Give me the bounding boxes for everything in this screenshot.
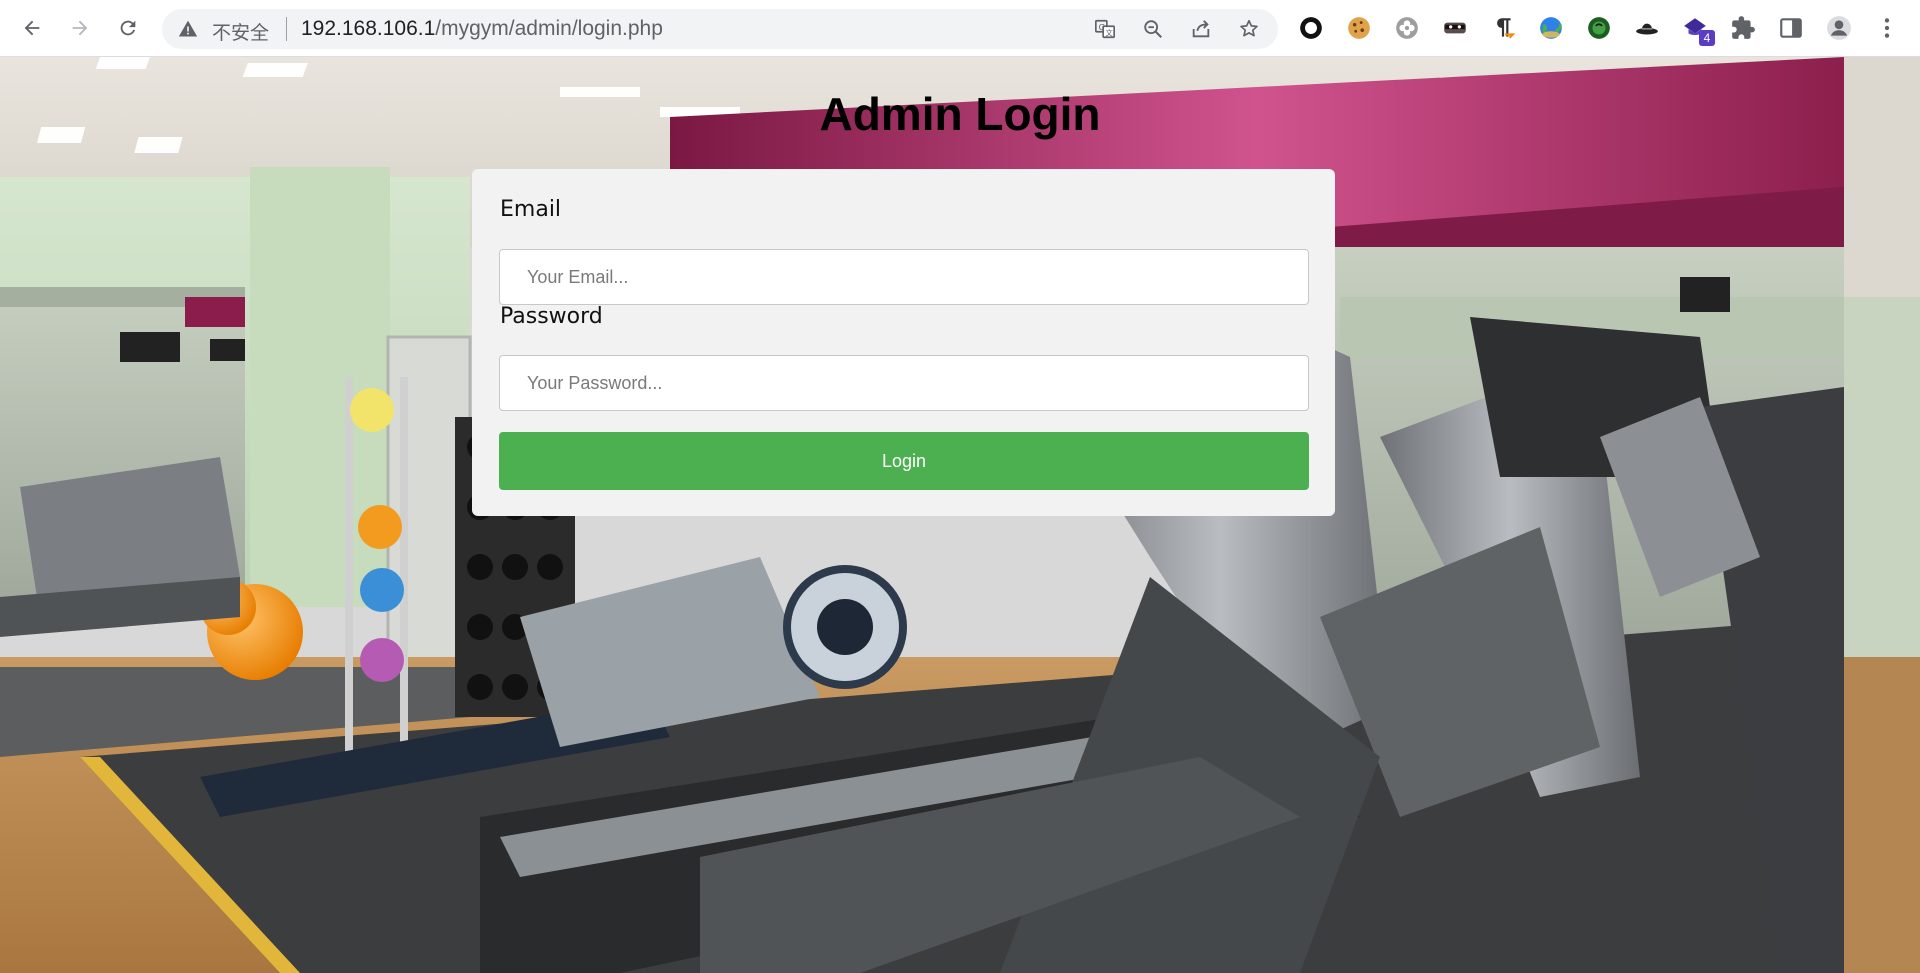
cookie-extension[interactable]: [1345, 14, 1373, 42]
share-button[interactable]: [1189, 17, 1213, 41]
circle-extension[interactable]: [1297, 14, 1325, 42]
security-label[interactable]: 不安全: [212, 18, 269, 45]
email-input[interactable]: [499, 249, 1309, 305]
back-button[interactable]: [16, 12, 48, 44]
green-orb-extension[interactable]: [1585, 14, 1613, 42]
browser-menu-button[interactable]: [1873, 14, 1901, 42]
translate-button[interactable]: G文: [1093, 17, 1117, 41]
translate-icon: G文: [1095, 19, 1115, 39]
flower-extension-icon: [1396, 17, 1418, 39]
email-label: Email: [500, 197, 562, 222]
cookie-extension-icon: [1348, 17, 1370, 39]
url-path: /mygym/admin/login.php: [435, 17, 663, 40]
mask-extension-icon: [1444, 22, 1466, 34]
zoom-out-icon: [1144, 20, 1162, 38]
warning-icon[interactable]: [178, 19, 198, 39]
share-icon: [1192, 20, 1210, 38]
avatar-icon: [1827, 16, 1851, 40]
address-bar[interactable]: 不安全 192.168.106.1/mygym/admin/login.php …: [162, 9, 1278, 49]
arrow-left-icon: [24, 20, 40, 36]
pilcrow-extension[interactable]: [1489, 14, 1517, 42]
url-text[interactable]: 192.168.106.1/mygym/admin/login.php: [301, 17, 663, 41]
reload-button[interactable]: [112, 12, 144, 44]
login-button[interactable]: Login: [499, 432, 1309, 490]
circle-extension-icon: [1300, 17, 1322, 39]
pilcrow-extension-icon: [1497, 18, 1516, 39]
page-viewport: Admin Login Email Password Login: [0, 57, 1920, 973]
password-label: Password: [500, 304, 603, 329]
more-vert-icon: [1884, 18, 1890, 38]
forward-button[interactable]: [64, 12, 96, 44]
svg-text:文: 文: [1105, 28, 1113, 37]
page-title: Admin Login: [819, 88, 1101, 140]
extension-badge: 4: [1699, 30, 1715, 46]
mask-extension[interactable]: [1441, 14, 1469, 42]
login-form: Email Password Login: [472, 169, 1335, 516]
star-icon: [1240, 19, 1258, 37]
cap-extension[interactable]: 4: [1681, 14, 1715, 46]
hat-extension-icon: [1636, 23, 1658, 35]
password-input[interactable]: [499, 355, 1309, 411]
arrow-right-icon: [72, 20, 88, 36]
reload-icon: [120, 20, 136, 36]
browser-toolbar: 不安全 192.168.106.1/mygym/admin/login.php …: [0, 0, 1920, 57]
profile-button[interactable]: [1825, 14, 1853, 42]
url-host: 192.168.106.1: [301, 17, 436, 40]
hat-extension[interactable]: [1633, 14, 1661, 42]
page-right-edge: [1844, 57, 1920, 973]
bookmark-button[interactable]: [1237, 17, 1261, 41]
side-panel-icon: [1780, 18, 1802, 38]
green-orb-extension-icon: [1588, 17, 1610, 39]
globe-extension[interactable]: [1537, 14, 1565, 42]
zoom-button[interactable]: [1141, 17, 1165, 41]
globe-extension-icon: [1540, 17, 1562, 39]
side-panel-button[interactable]: [1777, 14, 1805, 42]
extensions-menu-button[interactable]: [1729, 14, 1757, 42]
address-separator: [286, 17, 287, 41]
puzzle-icon: [1732, 16, 1755, 39]
flower-extension[interactable]: [1393, 14, 1421, 42]
